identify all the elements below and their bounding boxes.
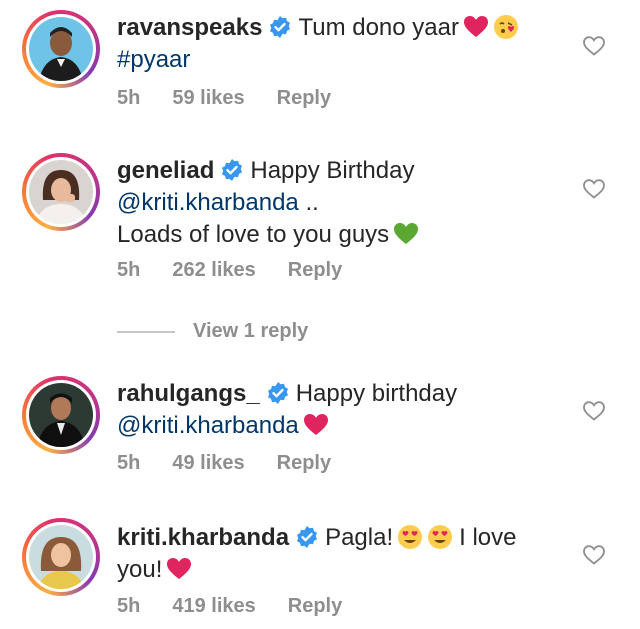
heart-outline-icon[interactable] <box>582 34 606 58</box>
kissing-face-emoji-icon <box>493 14 519 40</box>
username[interactable]: kriti.kharbanda <box>117 524 289 551</box>
avatar-kriti-kharbanda[interactable] <box>22 518 100 596</box>
reply-button[interactable]: Reply <box>288 259 342 281</box>
heart-outline-icon[interactable] <box>582 177 606 201</box>
comment-time: 5h <box>117 452 141 474</box>
heart-eyes-emoji-icon <box>427 524 453 550</box>
red-heart-emoji-icon <box>463 14 489 40</box>
red-heart-emoji-icon <box>303 412 329 438</box>
likes-count[interactable]: 262 likes <box>172 259 255 281</box>
username[interactable]: rahulgangs_ <box>117 380 260 407</box>
comment-text-suffix: .. <box>298 189 319 216</box>
avatar-rahulgangs[interactable] <box>22 376 100 454</box>
avatar-photo-rahulgangs <box>29 383 93 447</box>
heart-outline-icon[interactable] <box>582 399 606 423</box>
verified-badge-icon <box>266 381 290 405</box>
avatar-photo-ravanspeaks <box>29 17 93 81</box>
comment-rahulgangs: rahulgangs_ Happy birthday @kriti.kharban… <box>0 368 640 488</box>
likes-count[interactable]: 49 likes <box>172 452 244 474</box>
verified-badge-icon <box>220 158 244 182</box>
reply-button[interactable]: Reply <box>288 595 342 617</box>
view-replies-button[interactable]: View 1 reply <box>117 318 308 344</box>
mention-link[interactable]: @kriti.kharbanda <box>117 189 299 216</box>
red-heart-emoji-icon <box>166 556 192 582</box>
comment-text: Happy Birthday <box>250 157 415 184</box>
avatar-photo-geneliad <box>29 160 93 224</box>
likes-count[interactable]: 59 likes <box>172 87 244 109</box>
username[interactable]: ravanspeaks <box>117 14 262 41</box>
comment-time: 5h <box>117 87 141 109</box>
comment-text: Happy birthday <box>295 380 458 407</box>
green-heart-emoji-icon <box>393 221 419 247</box>
comment-time: 5h <box>117 595 141 617</box>
comment-text-line: Loads of love to you guys <box>117 221 390 248</box>
reply-button[interactable]: Reply <box>277 87 331 109</box>
verified-badge-icon <box>268 15 292 39</box>
heart-outline-icon[interactable] <box>582 543 606 567</box>
username[interactable]: geneliad <box>117 157 214 184</box>
comment-text-line: you! <box>117 556 163 583</box>
avatar-photo-kriti-kharbanda <box>29 525 93 589</box>
replies-divider-line <box>117 330 175 333</box>
mention-link[interactable]: @kriti.kharbanda <box>117 412 299 439</box>
comment-geneliad: geneliad Happy Birthday @kriti.kharbanda … <box>0 145 640 345</box>
heart-eyes-emoji-icon <box>397 524 423 550</box>
hashtag[interactable]: #pyaar <box>117 46 190 73</box>
comment-text-after: I love <box>459 524 517 551</box>
view-replies-label[interactable]: View 1 reply <box>193 320 308 342</box>
avatar-geneliad[interactable] <box>22 153 100 231</box>
verified-badge-icon <box>295 525 319 549</box>
comment-kriti-kharbanda: kriti.kharbanda Pagla! I love you! 5h 419 l… <box>0 510 640 629</box>
avatar-ravanspeaks[interactable] <box>22 10 100 88</box>
comment-time: 5h <box>117 259 141 281</box>
comment-ravanspeaks: ravanspeaks Tum dono yaar #pyaar 5h 59 lik… <box>0 0 640 130</box>
likes-count[interactable]: 419 likes <box>172 595 255 617</box>
comment-text: Pagla! <box>325 524 394 551</box>
comment-text: Tum dono yaar <box>298 14 459 41</box>
reply-button[interactable]: Reply <box>277 452 331 474</box>
